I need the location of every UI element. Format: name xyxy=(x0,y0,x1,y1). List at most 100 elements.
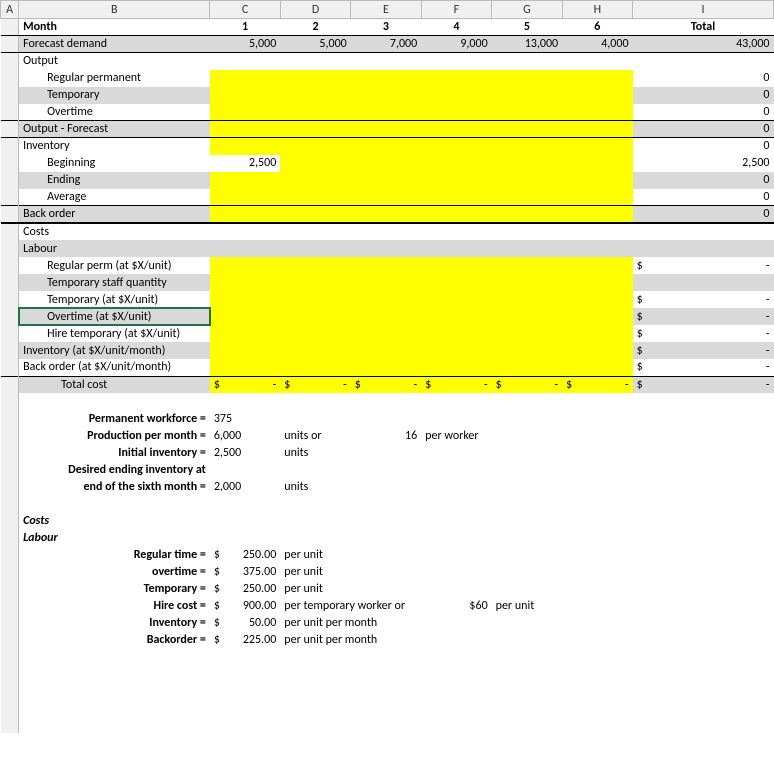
row-inventory-ending[interactable]: Ending 0 xyxy=(1,172,774,189)
cell-ppm-val[interactable]: 6,000 xyxy=(210,427,280,444)
cell-c2-ot-label[interactable]: overtime = xyxy=(19,563,210,580)
cell-forecast-label[interactable]: Forecast demand xyxy=(19,36,210,53)
cell-ppm-perwlabel[interactable]: per worker xyxy=(421,427,491,444)
row-c2-temp[interactable]: Temporary = $250.00 per unit xyxy=(1,580,774,597)
cell-regperm-dollar[interactable]: $ xyxy=(633,257,714,274)
cell-outforecast-total[interactable]: 0 xyxy=(633,121,774,138)
rowhead[interactable] xyxy=(1,291,19,308)
cell-month-2[interactable]: 2 xyxy=(280,19,350,36)
cell-outforecast-label[interactable]: Output - Forecast xyxy=(19,121,210,138)
cell-c2-regtime-unit[interactable]: per unit xyxy=(280,546,421,563)
rowhead[interactable] xyxy=(1,53,19,70)
rowhead[interactable] xyxy=(1,223,19,240)
cell-temp-label[interactable]: Temporary (at $X/unit) xyxy=(19,291,210,308)
row-c2-regtime[interactable]: Regular time = $250.00 per unit xyxy=(1,546,774,563)
cell-regperm-dash[interactable]: - xyxy=(713,257,773,274)
cell-forecast-3[interactable]: 7,000 xyxy=(351,36,421,53)
cell-month-3[interactable]: 3 xyxy=(351,19,421,36)
cell-c2-hire-alt[interactable]: $60 xyxy=(421,597,491,614)
col-header-C[interactable]: C xyxy=(210,1,280,19)
rowhead[interactable] xyxy=(1,308,19,325)
row-bocost[interactable]: Back order (at $X/unit/month) $ - xyxy=(1,359,774,376)
cell-dei-unit[interactable]: units xyxy=(280,478,350,495)
row-costs2-title[interactable]: Costs xyxy=(1,512,774,529)
cell-bocost-dollar[interactable]: $ xyxy=(633,359,714,376)
cell-forecast-6[interactable]: 4,000 xyxy=(562,36,632,53)
col-header-F[interactable]: F xyxy=(421,1,491,19)
rowhead[interactable] xyxy=(1,206,19,224)
rowhead[interactable] xyxy=(1,87,19,104)
row-inventory[interactable]: Inventory 0 xyxy=(1,138,774,155)
cell-ppm-perw[interactable]: 16 xyxy=(351,427,421,444)
row-blank7[interactable] xyxy=(1,716,774,733)
spreadsheet[interactable]: A B C D E F G H I Month 1 2 3 4 5 6 Tota… xyxy=(0,0,774,733)
row-hire[interactable]: Hire temporary (at $X/unit) $ - xyxy=(1,325,774,342)
cell-c2-inv-unit[interactable]: per unit per month xyxy=(280,614,421,631)
rowhead[interactable] xyxy=(1,325,19,342)
row-param-pw[interactable]: Permanent workforce = 375 xyxy=(1,410,774,427)
cell-month-5[interactable]: 5 xyxy=(492,19,562,36)
rowhead[interactable] xyxy=(1,189,19,206)
row-output-forecast[interactable]: Output - Forecast 0 xyxy=(1,121,774,138)
row-output-regular[interactable]: Regular permanent 0 xyxy=(1,70,774,87)
cell-month-label[interactable]: Month xyxy=(19,19,210,36)
cell-ppm-unit[interactable]: units or xyxy=(280,427,350,444)
cell-regperm-label[interactable]: Regular perm (at $X/unit) xyxy=(19,257,210,274)
rowhead[interactable] xyxy=(1,155,19,172)
cell-inv-begin-c[interactable]: 2,500 xyxy=(210,155,280,172)
cell-output-ot-label[interactable]: Overtime xyxy=(19,104,210,121)
cell-inv-begin-label[interactable]: Beginning xyxy=(19,155,210,172)
rowhead[interactable] xyxy=(1,36,19,53)
cell-forecast-4[interactable]: 9,000 xyxy=(421,36,491,53)
rowhead[interactable] xyxy=(1,172,19,189)
row-param-dei-b[interactable]: end of the sixth month = 2,000 units xyxy=(1,478,774,495)
cell-dei-val[interactable]: 2,000 xyxy=(210,478,280,495)
row-c2-inv[interactable]: Inventory = $50.00 per unit per month xyxy=(1,614,774,631)
rowhead[interactable] xyxy=(1,104,19,121)
row-labour-title[interactable]: Labour xyxy=(1,240,774,257)
cell-ii-label[interactable]: Initial inventory = xyxy=(19,444,210,461)
row-blank4[interactable] xyxy=(1,665,774,682)
row-temp[interactable]: Temporary (at $X/unit) $ - xyxy=(1,291,774,308)
cell-costs2-title[interactable]: Costs xyxy=(19,512,210,529)
col-header-B[interactable]: B xyxy=(19,1,210,19)
cell-totalcost-d[interactable]: $- xyxy=(280,376,350,393)
cell-month-6[interactable]: 6 xyxy=(562,19,632,36)
row-c2-ot[interactable]: overtime = $375.00 per unit xyxy=(1,563,774,580)
cell-costs2-labour[interactable]: Labour xyxy=(19,529,210,546)
row-inventory-average[interactable]: Average 0 xyxy=(1,189,774,206)
cell-c2-hire-altu[interactable]: per unit xyxy=(492,597,562,614)
cell-c2-temp-unit[interactable]: per unit xyxy=(280,580,421,597)
cell-totalcost-c[interactable]: $- xyxy=(210,376,280,393)
cell-dei-b[interactable]: end of the sixth month = xyxy=(19,478,210,495)
rowhead[interactable] xyxy=(1,342,19,359)
cell-month-4[interactable]: 4 xyxy=(421,19,491,36)
cell-c2-ot-unit[interactable]: per unit xyxy=(280,563,421,580)
cell-pw-label[interactable]: Permanent workforce = xyxy=(19,410,210,427)
cell-c2-bo-val[interactable]: $225.00 xyxy=(210,631,280,648)
cell-ot-label[interactable]: Overtime (at $X/unit) xyxy=(19,308,210,325)
row-invcost[interactable]: Inventory (at $X/unit/month) $ - xyxy=(1,342,774,359)
cell-invcost-dash[interactable]: - xyxy=(713,342,773,359)
cell-ii-val[interactable]: 2,500 xyxy=(210,444,280,461)
cell-c2-inv-label[interactable]: Inventory = xyxy=(19,614,210,631)
cell-month-1[interactable]: 1 xyxy=(210,19,280,36)
row-param-ii[interactable]: Initial inventory = 2,500 units xyxy=(1,444,774,461)
cell-c2-hire-val[interactable]: $900.00 xyxy=(210,597,280,614)
cell-inventory-label[interactable]: Inventory xyxy=(19,138,210,155)
cell-totalcost-dollar[interactable]: $ xyxy=(633,376,714,393)
row-output[interactable]: Output xyxy=(1,53,774,70)
col-header-G[interactable]: G xyxy=(492,1,562,19)
cell-inv-end-label[interactable]: Ending xyxy=(19,172,210,189)
rowhead[interactable] xyxy=(1,376,19,393)
col-header-H[interactable]: H xyxy=(562,1,632,19)
row-ot[interactable]: Overtime (at $X/unit) $ - xyxy=(1,308,774,325)
col-header-I[interactable]: I xyxy=(633,1,774,19)
cell-dei-a[interactable]: Desired ending inventory at xyxy=(19,461,210,478)
cell-forecast-total[interactable]: 43,000 xyxy=(633,36,774,53)
cell-bocost-label[interactable]: Back order (at $X/unit/month) xyxy=(19,359,210,376)
cell-ot-dollar[interactable]: $ xyxy=(633,308,714,325)
row-blank[interactable] xyxy=(1,393,774,410)
row-month[interactable]: Month 1 2 3 4 5 6 Total xyxy=(1,19,774,36)
cell-c2-regtime-val[interactable]: $250.00 xyxy=(210,546,280,563)
